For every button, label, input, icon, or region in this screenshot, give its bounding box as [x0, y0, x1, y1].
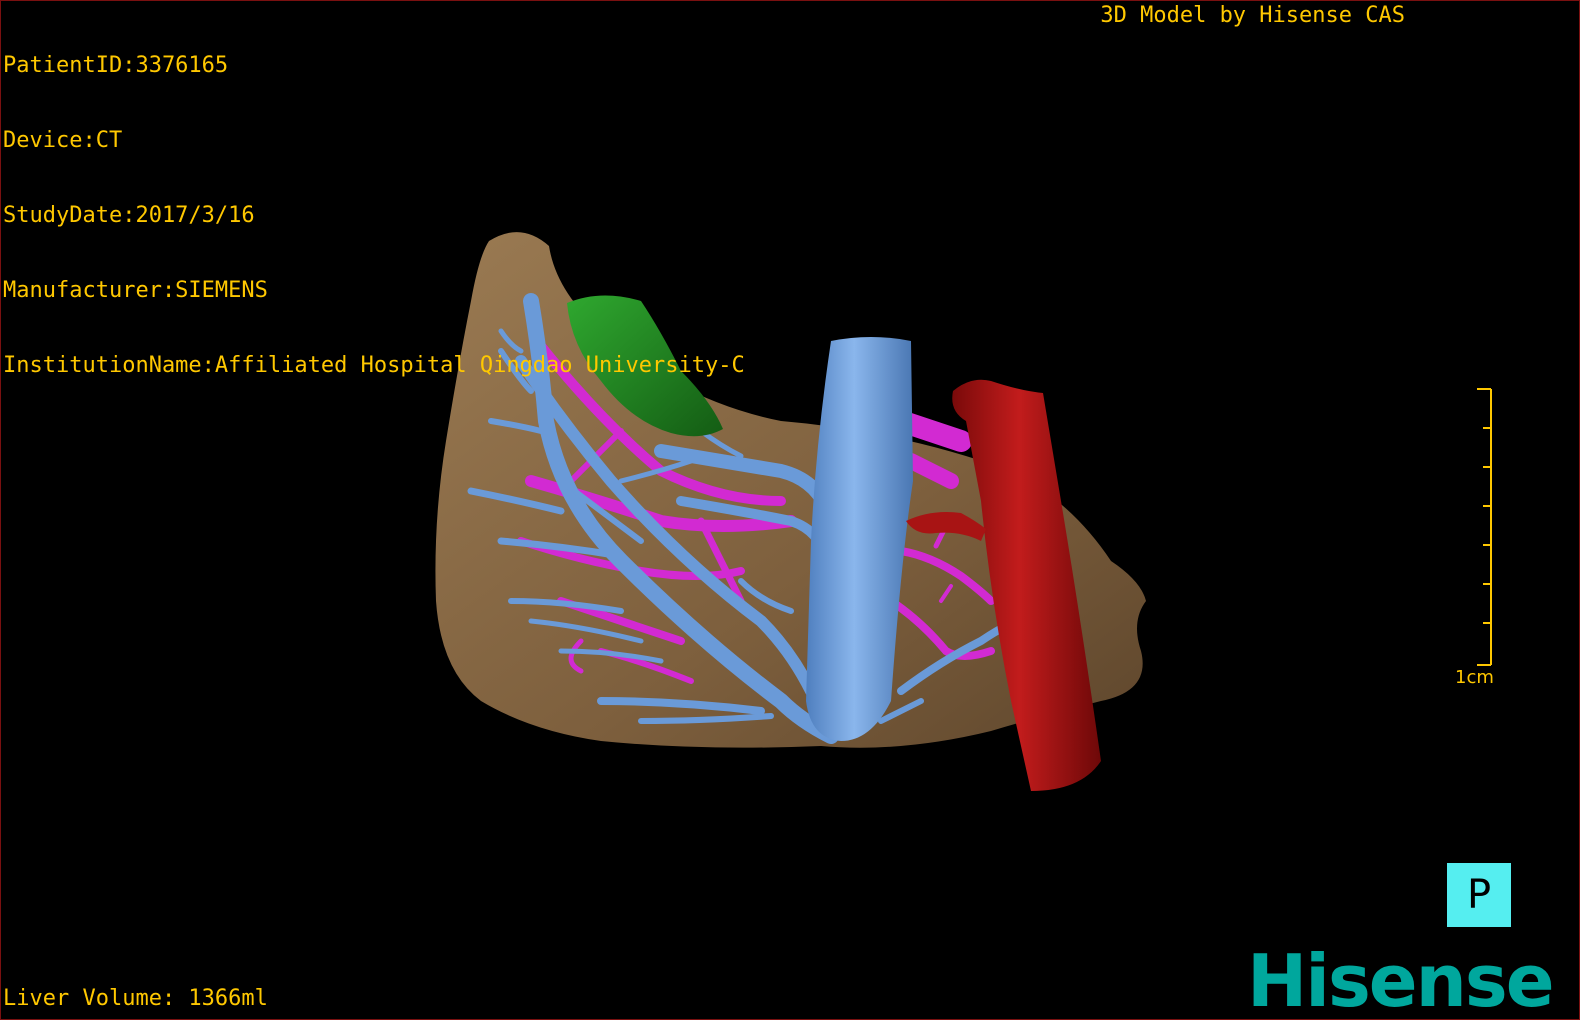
3d-render-viewport[interactable]: PatientID:3376165 Device:CT StudyDate:20…: [0, 0, 1580, 1020]
liver-volume-text: Liver Volume: 1366ml: [3, 986, 268, 1011]
manufacturer-text: Manufacturer:SIEMENS: [3, 278, 268, 303]
scale-label: 1cm: [1455, 667, 1494, 688]
study-date-text: StudyDate:2017/3/16: [3, 203, 255, 228]
model-credit-text: 3D Model by Hisense CAS: [1100, 3, 1405, 28]
patient-info-panel: PatientID:3376165 Device:CT StudyDate:20…: [3, 3, 745, 428]
patient-id-text: PatientID:3376165: [3, 53, 229, 78]
scale-ruler-icon: [1477, 388, 1492, 666]
hisense-logo: Hisense: [1247, 939, 1555, 1020]
orientation-cube-icon[interactable]: P: [1447, 863, 1511, 927]
device-text: Device:CT: [3, 128, 123, 153]
institution-text: InstitutionName:Affiliated Hospital Qing…: [3, 353, 745, 378]
